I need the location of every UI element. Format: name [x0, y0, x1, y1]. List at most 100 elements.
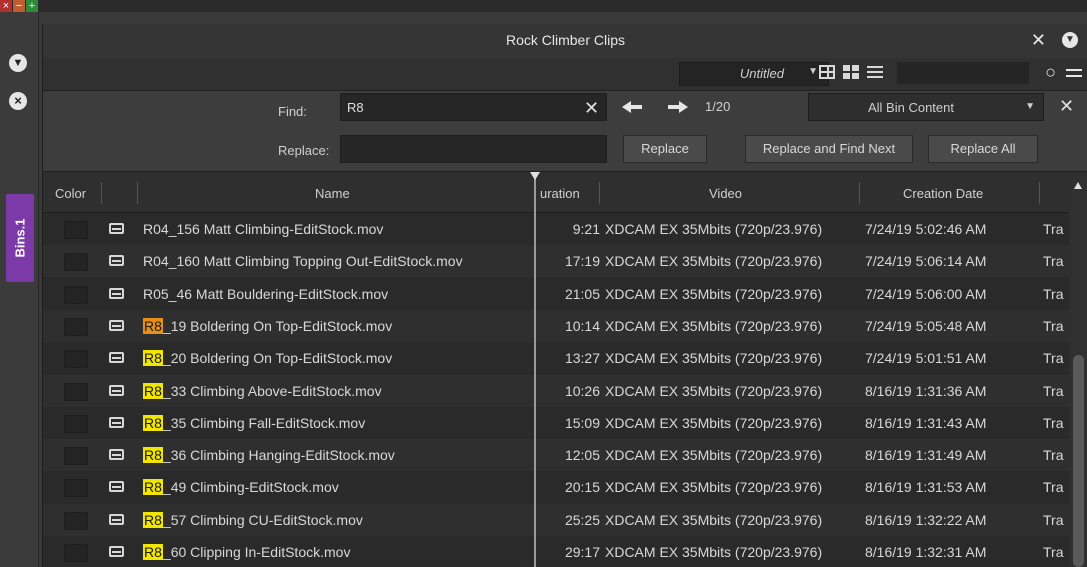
column-separator[interactable]: [1039, 182, 1040, 204]
panel-close-icon[interactable]: ×: [9, 92, 27, 110]
master-clip-icon: [109, 352, 124, 364]
clip-name-text: _35 Climbing Fall-EditStock.mov: [162, 414, 366, 431]
table-row[interactable]: R8_60 Clipping In-EditStock.mov 29:17 XDCA…: [43, 536, 1069, 567]
clip-video-format: XDCAM EX 35Mbits (720p/23.976): [605, 382, 823, 399]
clip-name[interactable]: R8_33 Climbing Above-EditStock.mov: [143, 382, 382, 399]
replace-input[interactable]: [340, 135, 607, 163]
bins-tab[interactable]: Bins.1: [6, 194, 34, 282]
host-minimize-button[interactable]: −: [13, 0, 25, 12]
clip-color-swatch[interactable]: [64, 479, 88, 498]
clip-color-swatch[interactable]: [64, 382, 88, 401]
table-row[interactable]: R8_19 Boldering On Top-EditStock.mov 10:1…: [43, 309, 1069, 342]
clip-name[interactable]: R8_36 Climbing Hanging-EditStock.mov: [143, 447, 395, 464]
match-count: 1/20: [705, 99, 731, 114]
clip-name[interactable]: R8_57 Climbing CU-EditStock.mov: [143, 511, 363, 528]
clip-name[interactable]: R8_49 Climbing-EditStock.mov: [143, 479, 339, 496]
list-view-icon[interactable]: [867, 65, 883, 79]
clip-video-format: XDCAM EX 35Mbits (720p/23.976): [605, 285, 823, 302]
clip-color-swatch[interactable]: [64, 544, 88, 562]
clip-color-swatch[interactable]: [64, 511, 88, 530]
clip-name[interactable]: R8_20 Boldering On Top-EditStock.mov: [143, 350, 392, 367]
script-view-icon[interactable]: [843, 65, 859, 79]
column-separator[interactable]: [599, 182, 600, 204]
table-row[interactable]: R04_160 Matt Climbing Topping Out-EditSt…: [43, 245, 1069, 278]
column-header-creation-date[interactable]: Creation Date: [903, 186, 983, 201]
clip-name[interactable]: R8_19 Boldering On Top-EditStock.mov: [143, 317, 392, 334]
clip-video-format: XDCAM EX 35Mbits (720p/23.976): [605, 221, 823, 237]
frame-view-icon[interactable]: [819, 65, 835, 79]
hamburger-menu-icon[interactable]: [1066, 69, 1082, 81]
column-separator[interactable]: [101, 182, 102, 204]
table-row[interactable]: R8_33 Climbing Above-EditStock.mov 10:26 X…: [43, 374, 1069, 407]
match-highlight: R8: [143, 544, 163, 560]
column-separator[interactable]: [137, 182, 138, 204]
panel-menu-icon[interactable]: ▼: [9, 54, 27, 72]
table-row[interactable]: R8_20 Boldering On Top-EditStock.mov 13:2…: [43, 342, 1069, 374]
clip-duration: 12:05: [564, 447, 600, 464]
column-header-name[interactable]: Name: [315, 186, 350, 201]
clip-color-swatch[interactable]: [64, 350, 88, 369]
vertical-scrollbar[interactable]: [1069, 172, 1087, 567]
clip-name-text: _57 Climbing CU-EditStock.mov: [162, 511, 363, 528]
clip-name[interactable]: R8_60 Clipping In-EditStock.mov: [143, 544, 350, 560]
column-header-color[interactable]: Color: [55, 186, 86, 201]
find-next-arrow-icon[interactable]: [668, 101, 688, 113]
bin-toolbar: Untitled ▼ ○: [43, 58, 1087, 91]
replace-find-next-button[interactable]: Replace and Find Next: [745, 135, 913, 163]
master-clip-icon: [109, 287, 124, 299]
find-previous-arrow-icon[interactable]: [622, 101, 642, 113]
find-input[interactable]: R8: [340, 93, 607, 121]
clip-extra-column: Tra: [1043, 479, 1064, 496]
clip-name-text: _33 Climbing Above-EditStock.mov: [162, 382, 382, 399]
table-row[interactable]: R8_36 Climbing Hanging-EditStock.mov 12:0…: [43, 439, 1069, 472]
table-row[interactable]: R05_46 Matt Bouldering-EditStock.mov 21:0…: [43, 278, 1069, 310]
clip-creation-date: 7/24/19 5:06:14 AM: [865, 253, 987, 270]
bin-view-select[interactable]: Untitled ▼: [679, 62, 829, 86]
window-menu-icon[interactable]: ▼: [1062, 32, 1078, 48]
table-row[interactable]: R04_156 Matt Climbing-EditStock.mov 9:21 X…: [43, 213, 1069, 245]
clip-name[interactable]: R05_46 Matt Bouldering-EditStock.mov: [143, 286, 388, 302]
column-separator[interactable]: [859, 182, 860, 204]
clip-name[interactable]: R04_160 Matt Climbing Topping Out-EditSt…: [143, 253, 463, 269]
clip-name[interactable]: R8_35 Climbing Fall-EditStock.mov: [143, 414, 366, 431]
host-add-button[interactable]: +: [26, 0, 38, 12]
clip-name[interactable]: R04_156 Matt Climbing-EditStock.mov: [143, 221, 383, 237]
clip-video-format: XDCAM EX 35Mbits (720p/23.976): [605, 317, 823, 334]
clip-color-swatch[interactable]: [64, 414, 88, 433]
column-resize-divider[interactable]: [534, 172, 536, 567]
column-resize-handle-icon[interactable]: [530, 172, 540, 180]
column-header-video[interactable]: Video: [709, 186, 742, 201]
clip-name-text: _36 Climbing Hanging-EditStock.mov: [162, 447, 395, 464]
find-bar-close-icon[interactable]: ✕: [1059, 96, 1074, 117]
window-close-icon[interactable]: ✕: [1031, 30, 1046, 50]
master-clip-icon: [109, 416, 124, 428]
search-scope-select[interactable]: All Bin Content ▼: [808, 93, 1044, 121]
clip-duration: 13:27: [564, 350, 600, 367]
clip-color-swatch[interactable]: [64, 447, 88, 466]
clip-duration: 25:25: [564, 511, 600, 528]
column-header-duration[interactable]: uration: [540, 186, 580, 201]
scroll-thumb[interactable]: [1073, 355, 1084, 567]
table-row[interactable]: R8_35 Climbing Fall-EditStock.mov 15:09 XD…: [43, 407, 1069, 439]
clip-creation-date: 8/16/19 1:32:31 AM: [865, 544, 987, 560]
clip-duration: 10:26: [564, 382, 600, 399]
match-highlight: R8: [143, 447, 163, 464]
clip-color-swatch[interactable]: [64, 285, 88, 304]
clip-name-text: R05_46 Matt Bouldering-EditStock.mov: [143, 285, 389, 302]
clip-color-swatch[interactable]: [64, 253, 88, 272]
find-clear-icon[interactable]: ✕: [584, 98, 599, 119]
scroll-up-arrow-icon[interactable]: [1074, 182, 1082, 189]
search-icon[interactable]: ○: [1045, 63, 1056, 81]
clip-color-swatch[interactable]: [64, 317, 88, 336]
bin-search-input[interactable]: [897, 62, 1029, 84]
replace-button[interactable]: Replace: [623, 135, 707, 163]
clip-creation-date: 8/16/19 1:31:36 AM: [865, 382, 987, 399]
table-row[interactable]: R8_49 Climbing-EditStock.mov 20:15 XDCAM E…: [43, 471, 1069, 503]
clip-creation-date: 8/16/19 1:31:43 AM: [865, 414, 987, 431]
host-close-button[interactable]: ×: [0, 0, 12, 12]
current-match-highlight: R8: [143, 317, 163, 334]
clip-color-swatch[interactable]: [64, 221, 88, 239]
clip-extra-column: Tra: [1043, 382, 1064, 399]
table-row[interactable]: R8_57 Climbing CU-EditStock.mov 25:25 XDCA…: [43, 503, 1069, 536]
replace-all-button[interactable]: Replace All: [928, 135, 1038, 163]
